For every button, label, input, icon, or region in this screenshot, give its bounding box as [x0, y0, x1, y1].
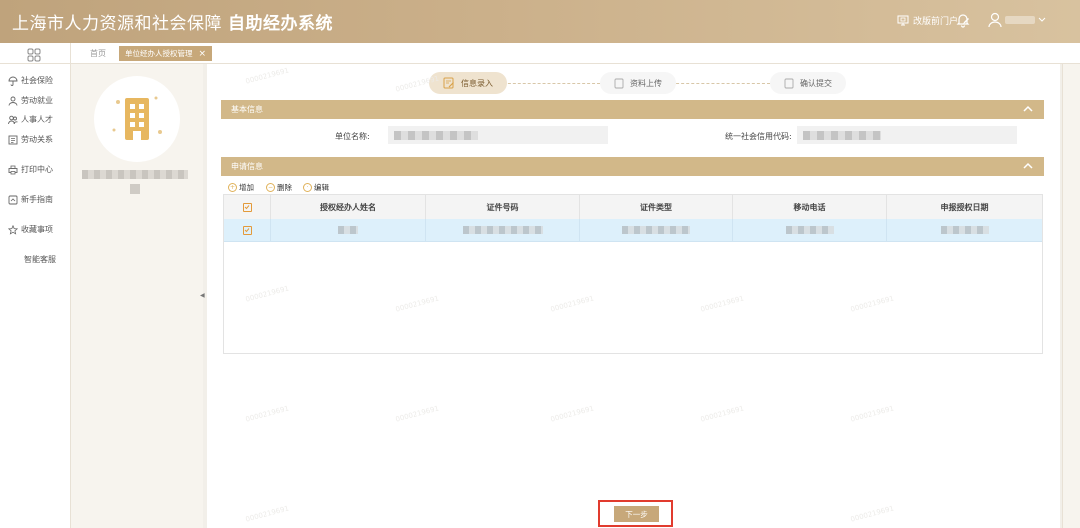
- sidebar-item-employment[interactable]: 劳动就业: [8, 95, 53, 106]
- column-header-auth-date[interactable]: 申报授权日期: [887, 195, 1042, 219]
- edit-button[interactable]: · 编辑: [303, 182, 329, 193]
- user-icon: [988, 12, 1002, 28]
- file-icon: [784, 78, 794, 88]
- app-title: 上海市人力资源和社会保障 自助经办系统: [12, 14, 333, 34]
- sidebar-item-label: 智能客服: [24, 255, 56, 264]
- edit-form-icon: [443, 77, 454, 89]
- tab-label: 单位经办人授权管理: [125, 49, 193, 58]
- edit-icon: ·: [303, 183, 312, 192]
- delete-label: 删除: [277, 183, 292, 192]
- column-header-id-type[interactable]: 证件类型: [580, 195, 733, 219]
- add-label: 增加: [239, 183, 254, 192]
- monitor-icon: [897, 15, 909, 26]
- table-row[interactable]: [224, 219, 1042, 242]
- sidebar-item-label: 收藏事项: [21, 225, 53, 234]
- user-menu[interactable]: [988, 12, 1046, 28]
- tab-bar: [71, 43, 1080, 64]
- select-all-cell[interactable]: [224, 195, 271, 219]
- document-icon: [8, 135, 18, 144]
- check-icon: [244, 205, 250, 210]
- building-icon: [112, 96, 162, 140]
- file-icon: [614, 78, 624, 88]
- chevron-down-icon: [1038, 17, 1046, 22]
- cell-id-type: [580, 219, 733, 241]
- sidebar-item-label: 新手指南: [21, 195, 53, 204]
- sidebar-item-personnel[interactable]: 人事人才: [8, 114, 53, 125]
- sidebar-item-labor-relations[interactable]: 劳动关系: [8, 134, 53, 145]
- plus-icon: +: [228, 183, 237, 192]
- unit-name-field: [388, 126, 608, 144]
- minus-icon: −: [266, 183, 275, 192]
- tab-home[interactable]: 首页: [90, 48, 106, 59]
- delete-button[interactable]: − 删除: [266, 182, 292, 193]
- select-all-checkbox[interactable]: [242, 202, 252, 212]
- step-info-entry: 信息录入: [429, 72, 507, 94]
- sidebar-item-smart-service[interactable]: 智能客服: [24, 254, 56, 265]
- check-icon: [244, 228, 250, 233]
- worker-icon: [8, 96, 18, 106]
- right-scroll-strip: [1062, 64, 1080, 528]
- step-label: 信息录入: [461, 78, 493, 88]
- table-header: 授权经办人姓名 证件号码 证件类型 移动电话 申报授权日期: [224, 195, 1042, 220]
- sidebar-item-label: 社会保险: [21, 76, 53, 85]
- cell-auth-date: [887, 219, 1042, 241]
- edit-label: 编辑: [314, 183, 329, 192]
- column-header-id-number[interactable]: 证件号码: [426, 195, 580, 219]
- sidebar-item-label: 劳动就业: [21, 96, 53, 105]
- row-checkbox[interactable]: [242, 225, 252, 235]
- username-blurred: [1005, 16, 1035, 24]
- step-label: 资料上传: [630, 78, 662, 88]
- section-basic-info[interactable]: 基本信息: [221, 100, 1044, 119]
- guide-icon: [8, 195, 18, 204]
- add-button[interactable]: + 增加: [228, 182, 254, 193]
- row-checkbox-cell[interactable]: [224, 219, 271, 241]
- credit-code-field: [797, 126, 1017, 144]
- cell-mobile: [733, 219, 887, 241]
- cell-name: [271, 219, 426, 241]
- authorized-agents-table: 授权经办人姓名 证件号码 证件类型 移动电话 申报授权日期: [223, 194, 1043, 354]
- sidebar-item-social-insurance[interactable]: 社会保险: [8, 75, 53, 86]
- next-step-button[interactable]: 下一步: [614, 506, 659, 522]
- step-connector: [666, 83, 770, 84]
- section-title: 申请信息: [231, 162, 263, 171]
- section-apply-info[interactable]: 申请信息: [221, 157, 1044, 176]
- sidebar-item-label: 人事人才: [21, 115, 53, 124]
- sidebar-item-favorites[interactable]: 收藏事项: [8, 224, 53, 235]
- tab-authorization-management[interactable]: 单位经办人授权管理 ×: [119, 46, 213, 61]
- star-icon: [8, 224, 18, 235]
- chevron-up-icon[interactable]: [1022, 103, 1034, 115]
- company-avatar: [94, 76, 180, 162]
- people-icon: [8, 115, 18, 124]
- column-header-name[interactable]: 授权经办人姓名: [271, 195, 426, 219]
- company-name-blurred: [82, 170, 188, 179]
- credit-code-label: 统一社会信用代码:: [725, 132, 792, 141]
- section-title: 基本信息: [231, 105, 263, 114]
- sidebar-item-print-center[interactable]: 打印中心: [8, 164, 53, 175]
- column-header-mobile[interactable]: 移动电话: [733, 195, 887, 219]
- old-portal-label: 改版前门户: [913, 17, 959, 27]
- printer-icon: [8, 165, 18, 174]
- step-upload: 资料上传: [600, 72, 676, 94]
- sidebar-item-label: 打印中心: [21, 165, 53, 174]
- unit-name-label: 单位名称:: [335, 132, 370, 141]
- step-confirm: 确认提交: [770, 72, 846, 94]
- close-icon[interactable]: ×: [199, 49, 207, 59]
- step-connector: [498, 83, 600, 84]
- sidebar-item-beginner-guide[interactable]: 新手指南: [8, 194, 53, 205]
- umbrella-icon: [8, 76, 18, 86]
- collapse-panel-icon[interactable]: ◀: [200, 292, 205, 299]
- step-label: 确认提交: [800, 78, 832, 88]
- notification-bell-icon[interactable]: [956, 12, 970, 32]
- sidebar-item-label: 劳动关系: [21, 135, 53, 144]
- cell-id-number: [426, 219, 580, 241]
- company-name-blurred-2: [130, 184, 140, 194]
- chevron-up-icon[interactable]: [1022, 160, 1034, 172]
